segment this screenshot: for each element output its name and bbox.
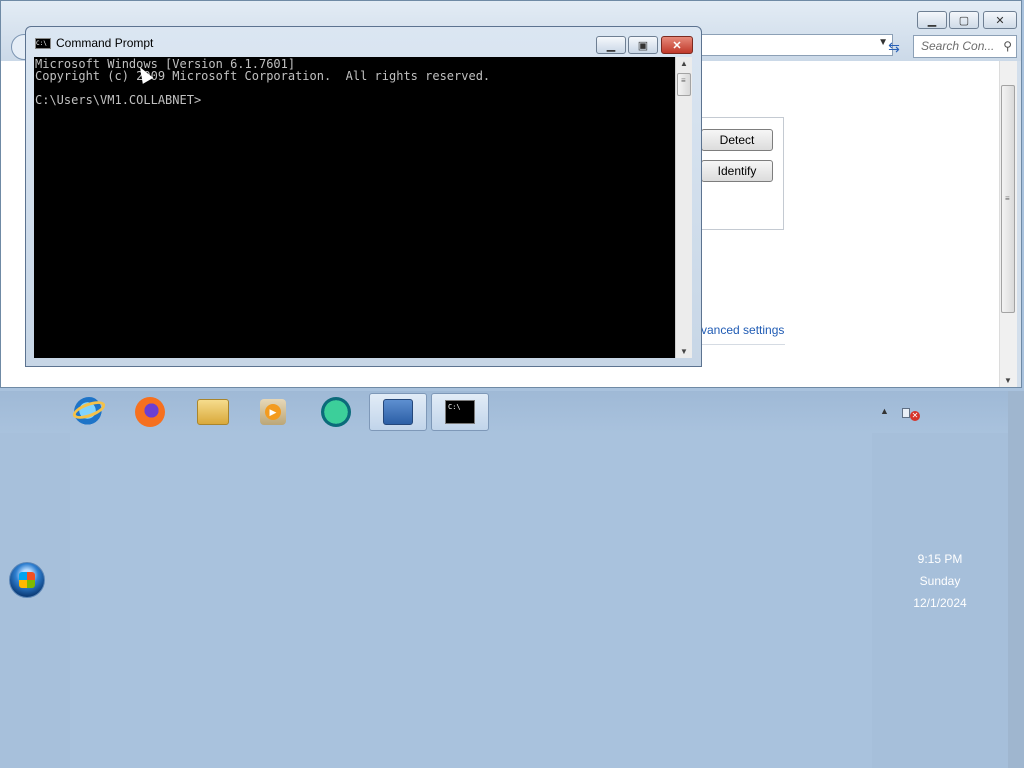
vertical-scrollbar[interactable]: ≡ ▼ (999, 61, 1017, 387)
address-dropdown[interactable]: ▼ (701, 34, 893, 56)
start-button[interactable] (9, 562, 45, 598)
search-placeholder: Search Con... (921, 39, 995, 53)
taskbar-item-app[interactable] (307, 393, 365, 431)
minimize-button[interactable]: ▁ (917, 11, 947, 29)
show-hidden-icons-button[interactable]: ▲ (880, 406, 889, 416)
folder-icon (197, 399, 229, 425)
firefox-icon (135, 397, 165, 427)
search-icon[interactable]: ⚲ (1003, 39, 1012, 53)
command-prompt-icon: C:\ (35, 38, 51, 49)
taskbar-item-firefox[interactable] (121, 393, 179, 431)
scroll-down-icon[interactable]: ▼ (680, 347, 688, 356)
scrollbar-thumb[interactable]: ≡ (1001, 85, 1015, 313)
windows-logo-icon (19, 572, 35, 588)
grip-icon: ≡ (1005, 194, 1010, 203)
taskbar-item-media-player[interactable]: ▶ (244, 393, 302, 431)
console-scrollbar[interactable]: ▲ ≡ ▼ (675, 57, 692, 358)
close-button[interactable]: ✕ (983, 11, 1017, 29)
command-prompt-icon: C:\ (445, 400, 475, 424)
identify-button[interactable]: Identify (701, 160, 773, 182)
detect-button[interactable]: Detect (701, 129, 773, 151)
scroll-up-icon[interactable]: ▲ (680, 59, 688, 68)
grip-icon: ≡ (681, 76, 686, 85)
clock[interactable]: 9:15 PM Sunday 12/1/2024 (880, 548, 1000, 614)
desktop-left-band (0, 433, 70, 768)
taskbar-item-windows-explorer[interactable] (184, 393, 242, 431)
scroll-down-icon[interactable]: ▼ (1004, 376, 1012, 385)
media-player-icon: ▶ (260, 399, 286, 425)
volume-muted-icon[interactable]: ✕ (902, 405, 922, 423)
scrollbar-thumb[interactable]: ≡ (677, 73, 691, 96)
maximize-button[interactable]: ▣ (628, 36, 658, 54)
taskbar-item-command-prompt[interactable]: C:\ (431, 393, 489, 431)
minimize-button[interactable]: ▁ (596, 36, 626, 54)
app-icon (321, 397, 351, 427)
close-button[interactable]: ✕ (661, 36, 693, 54)
refresh-icon[interactable]: ⇆ (881, 36, 907, 58)
clock-date: 12/1/2024 (913, 596, 967, 610)
control-panel-icon (383, 399, 413, 425)
maximize-button[interactable]: ▢ (949, 11, 979, 29)
advanced-settings-link[interactable]: vanced settings (701, 323, 784, 337)
console-prompt: C:\Users\VM1.COLLABNET> (35, 93, 202, 107)
taskbar-item-control-panel[interactable] (369, 393, 427, 431)
clock-time: 9:15 PM (917, 552, 963, 566)
clock-day: Sunday (919, 574, 961, 588)
console-line: Copyright (c) 2009 Microsoft Corporation… (35, 69, 491, 83)
command-prompt-window[interactable]: C:\ Command Prompt ▁ ▣ ✕ Microsoft Windo… (25, 26, 702, 367)
show-desktop-strip[interactable] (1008, 391, 1024, 768)
internet-explorer-icon (70, 397, 108, 427)
taskbar-item-internet-explorer[interactable] (60, 393, 118, 431)
window-title: Command Prompt (56, 36, 154, 50)
divider (701, 344, 785, 345)
search-input[interactable]: Search Con... ⚲ (913, 35, 1017, 58)
console-output[interactable]: Microsoft Windows [Version 6.1.7601] Cop… (34, 57, 675, 358)
